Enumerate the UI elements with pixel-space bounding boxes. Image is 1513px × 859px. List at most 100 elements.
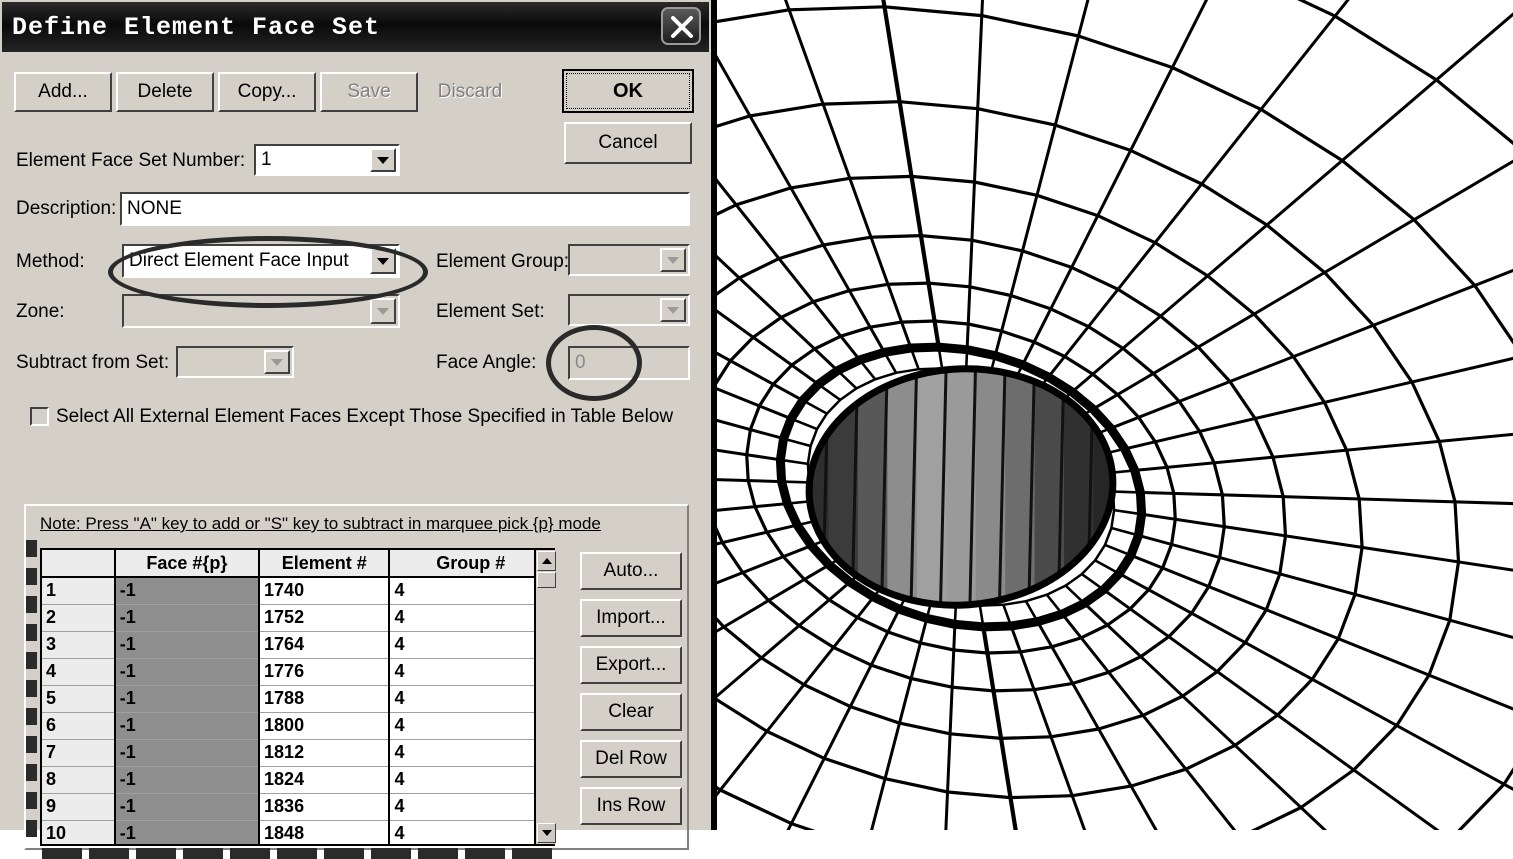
cell-element-number[interactable]: 1824 xyxy=(259,766,391,794)
table-row[interactable]: 8 -1 1824 4 xyxy=(42,766,553,794)
cell-group-number[interactable]: 4 xyxy=(389,658,553,686)
cell-row-index[interactable]: 7 xyxy=(42,739,116,767)
ok-button[interactable]: OK xyxy=(562,69,694,113)
cell-face-number[interactable]: -1 xyxy=(114,658,261,686)
table-vertical-scrollbar[interactable] xyxy=(534,550,556,844)
cell-row-index[interactable]: 9 xyxy=(42,793,116,821)
column-header-face: Face #{p} xyxy=(114,550,261,578)
delete-button[interactable]: Delete xyxy=(116,72,214,112)
add-button[interactable]: Add... xyxy=(14,72,112,112)
auto-button[interactable]: Auto... xyxy=(580,552,682,590)
cell-row-index[interactable]: 2 xyxy=(42,604,116,632)
select-all-external-faces-checkbox[interactable] xyxy=(30,407,49,426)
cell-face-number[interactable]: -1 xyxy=(114,604,261,632)
cancel-button[interactable]: Cancel xyxy=(564,122,692,164)
cell-element-number[interactable]: 1800 xyxy=(259,712,391,740)
cell-row-index[interactable]: 3 xyxy=(42,631,116,659)
cell-face-number[interactable]: -1 xyxy=(114,739,261,767)
zone-label: Zone: xyxy=(16,301,65,322)
set-number-dropdown[interactable]: 1 xyxy=(254,144,400,176)
cell-group-number[interactable]: 4 xyxy=(389,793,553,821)
face-angle-value: 0 xyxy=(575,352,586,373)
cell-face-number[interactable]: -1 xyxy=(114,685,261,713)
copy-button[interactable]: Copy... xyxy=(218,72,316,112)
method-dropdown[interactable]: Direct Element Face Input xyxy=(122,244,400,278)
save-button-label: Save xyxy=(347,81,391,102)
method-value: Direct Element Face Input xyxy=(129,250,349,271)
cell-group-number[interactable]: 4 xyxy=(389,820,553,844)
set-number-label: Element Face Set Number: xyxy=(16,150,246,171)
element-group-label: Element Group: xyxy=(436,251,570,272)
table-row[interactable]: 6 -1 1800 4 xyxy=(42,712,553,740)
discard-button-label: Discard xyxy=(437,81,503,102)
cell-element-number[interactable]: 1788 xyxy=(259,685,391,713)
table-note: Note: Press "A" key to add or "S" key to… xyxy=(40,514,601,533)
cell-face-number[interactable]: -1 xyxy=(114,793,261,821)
cell-element-number[interactable]: 1740 xyxy=(259,577,391,605)
cell-row-index[interactable]: 6 xyxy=(42,712,116,740)
cell-element-number[interactable]: 1848 xyxy=(259,820,391,844)
ins-row-button[interactable]: Ins Row xyxy=(580,787,682,825)
cell-group-number[interactable]: 4 xyxy=(389,739,553,767)
element-set-dropdown xyxy=(568,294,690,326)
table-row[interactable]: 4 -1 1776 4 xyxy=(42,658,553,686)
vertical-dashed-scrollbar[interactable] xyxy=(26,540,37,848)
screenshot-root: X Z Y Define Element Face Set Add... Del… xyxy=(0,0,1513,859)
table-row[interactable]: 9 -1 1836 4 xyxy=(42,793,553,821)
subtract-from-set-label: Subtract from Set: xyxy=(16,352,170,373)
dialog-body: Add... Delete Copy... Save Discard OK Ca… xyxy=(2,52,709,859)
cell-element-number[interactable]: 1812 xyxy=(259,739,391,767)
table-row[interactable]: 7 -1 1812 4 xyxy=(42,739,553,767)
import-button[interactable]: Import... xyxy=(580,599,682,637)
export-button[interactable]: Export... xyxy=(580,646,682,684)
table-row[interactable]: 3 -1 1764 4 xyxy=(42,631,553,659)
cell-row-index[interactable]: 8 xyxy=(42,766,116,794)
cell-element-number[interactable]: 1752 xyxy=(259,604,391,632)
clear-button[interactable]: Clear xyxy=(580,693,682,731)
description-label: Description: xyxy=(16,198,117,219)
fem-mesh-graphic xyxy=(716,0,1513,830)
chevron-down-icon xyxy=(264,350,290,374)
table-header-row: Face #{p} Element # Group # xyxy=(42,550,553,578)
table-row[interactable]: 2 -1 1752 4 xyxy=(42,604,553,632)
table-row[interactable]: 5 -1 1788 4 xyxy=(42,685,553,713)
table-row[interactable]: 10 -1 1848 4 xyxy=(42,820,553,844)
description-input[interactable]: NONE xyxy=(120,192,690,226)
cancel-button-label: Cancel xyxy=(598,132,658,153)
cell-group-number[interactable]: 4 xyxy=(389,712,553,740)
chevron-down-icon[interactable] xyxy=(370,248,396,274)
del-row-button[interactable]: Del Row xyxy=(580,740,682,778)
close-icon[interactable] xyxy=(661,7,701,45)
scroll-down-icon[interactable] xyxy=(537,823,556,843)
dialog-title: Define Element Face Set xyxy=(12,13,381,42)
element-face-table[interactable]: Face #{p} Element # Group # 1 -1 1740 4 2 -1 1… xyxy=(40,548,555,846)
cell-row-index[interactable]: 10 xyxy=(42,820,116,844)
define-element-face-set-dialog: Define Element Face Set Add... Delete Co… xyxy=(0,0,713,859)
cell-face-number[interactable]: -1 xyxy=(114,712,261,740)
column-header-index xyxy=(42,550,116,578)
cell-group-number[interactable]: 4 xyxy=(389,631,553,659)
chevron-down-icon xyxy=(370,298,396,324)
horizontal-dashed-scrollbar[interactable] xyxy=(42,848,560,859)
ins-row-button-label: Ins Row xyxy=(596,795,666,816)
scroll-up-icon[interactable] xyxy=(537,551,556,571)
cell-row-index[interactable]: 5 xyxy=(42,685,116,713)
column-header-group: Group # xyxy=(389,550,553,578)
cell-group-number[interactable]: 4 xyxy=(389,766,553,794)
scrollbar-thumb[interactable] xyxy=(537,572,556,588)
cell-row-index[interactable]: 4 xyxy=(42,658,116,686)
cell-element-number[interactable]: 1764 xyxy=(259,631,391,659)
cell-face-number[interactable]: -1 xyxy=(114,631,261,659)
cell-element-number[interactable]: 1776 xyxy=(259,658,391,686)
cell-group-number[interactable]: 4 xyxy=(389,604,553,632)
mesh-viewport[interactable]: X Z Y xyxy=(716,0,1513,830)
cell-face-number[interactable]: -1 xyxy=(114,766,261,794)
cell-row-index[interactable]: 1 xyxy=(42,577,116,605)
cell-face-number[interactable]: -1 xyxy=(114,820,261,844)
cell-element-number[interactable]: 1836 xyxy=(259,793,391,821)
table-row[interactable]: 1 -1 1740 4 xyxy=(42,577,553,605)
cell-face-number[interactable]: -1 xyxy=(114,577,261,605)
cell-group-number[interactable]: 4 xyxy=(389,685,553,713)
cell-group-number[interactable]: 4 xyxy=(389,577,553,605)
chevron-down-icon[interactable] xyxy=(370,148,396,172)
